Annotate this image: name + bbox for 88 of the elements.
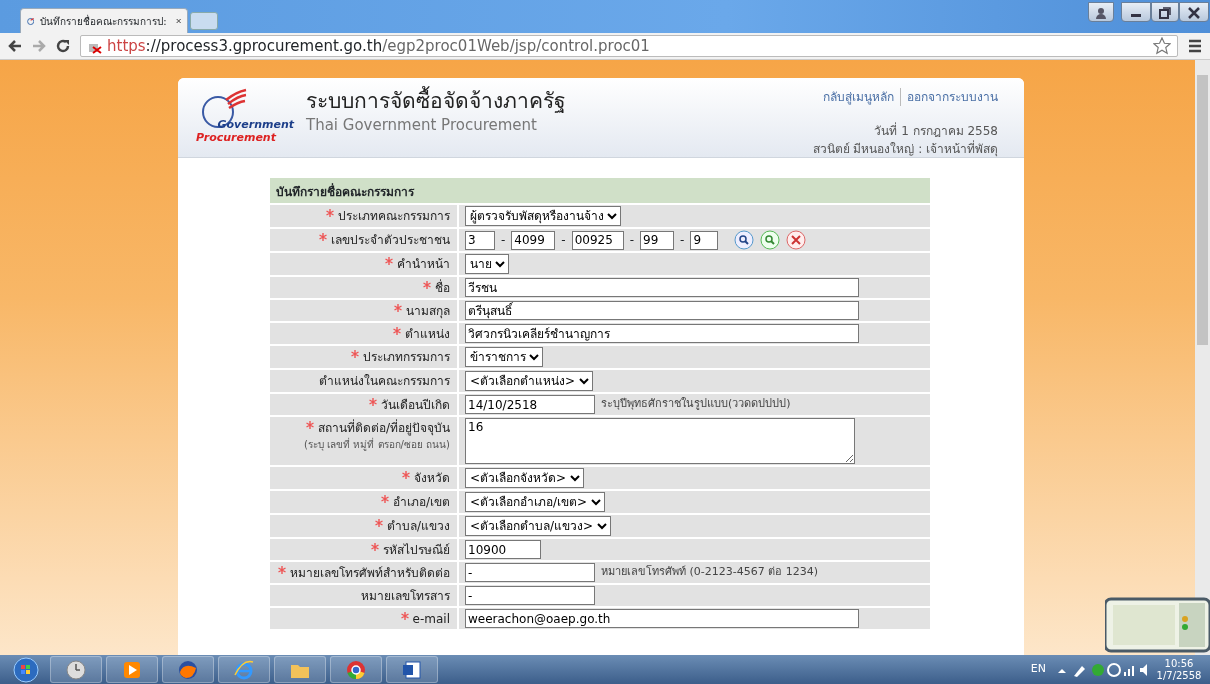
field-label: ตำแหน่งในคณะกรรมการ bbox=[319, 374, 450, 388]
browser-tab[interactable]: บันทึกรายชื่อคณะกรรมการป: bbox=[20, 8, 188, 33]
field-label: ตำแหน่ง bbox=[405, 327, 450, 341]
field-label: หมายเลขโทรศัพท์สำหรับติดต่อ bbox=[290, 566, 450, 580]
text-field[interactable]: 14/10/2518 bbox=[465, 395, 595, 414]
field-label: นามสกุล bbox=[406, 304, 450, 318]
taskbar-icon[interactable] bbox=[106, 656, 158, 683]
url-text: https://process3.gprocurement.go.th/egp2proc01Web/jsp/control.proc01 bbox=[107, 35, 650, 57]
star-icon[interactable] bbox=[1153, 37, 1171, 55]
text-field[interactable]: 99 bbox=[640, 230, 675, 250]
separator-text: - bbox=[680, 232, 685, 249]
document-icon bbox=[402, 659, 422, 680]
start-orb-icon bbox=[13, 656, 39, 683]
user-button[interactable] bbox=[1088, 2, 1114, 22]
clock-time[interactable]: 10:56 bbox=[1154, 657, 1204, 670]
dropdown[interactable]: ผู้ตรวจรับพัสดุหรืองานจ้าง bbox=[465, 206, 621, 226]
clock-date[interactable]: 1/7/2558 bbox=[1154, 669, 1204, 682]
search-icon[interactable] bbox=[760, 230, 781, 250]
back-icon[interactable] bbox=[8, 39, 22, 53]
taskbar-icon[interactable] bbox=[386, 656, 438, 683]
minimize-button[interactable] bbox=[1121, 2, 1151, 22]
field-label: e-mail bbox=[412, 612, 450, 626]
taskbar-icon[interactable] bbox=[50, 656, 102, 683]
clear-icon[interactable] bbox=[786, 230, 807, 250]
date-text: วันที่ 1 กรกฎาคม 2558 bbox=[873, 122, 998, 140]
field-label: วันเดือนปีเกิด bbox=[381, 398, 450, 412]
menu-link[interactable]: กลับสู่เมนูหลัก bbox=[823, 88, 894, 106]
form-title: บันทึกรายชื่อคณะกรรมการ bbox=[270, 178, 930, 203]
dropdown[interactable]: นาย bbox=[465, 254, 509, 274]
language-indicator[interactable]: EN bbox=[1030, 661, 1046, 678]
site-title: ระบบการจัดซื้อจัดจ้างภาครัฐ bbox=[306, 88, 566, 114]
field-label: คำนำหน้า bbox=[397, 257, 450, 271]
menu-link[interactable]: ออกจากระบบงาน bbox=[907, 88, 998, 106]
scrollbar[interactable] bbox=[1195, 60, 1210, 655]
field-label: ประเภทกรรมการ bbox=[363, 350, 450, 364]
text-area[interactable]: 16 bbox=[465, 418, 855, 464]
field-note: (ระบุ เลขที่ หมู่ที่ ตรอก/ซอย ถนน) bbox=[303, 437, 450, 452]
close-icon[interactable] bbox=[175, 17, 181, 25]
reload-icon[interactable] bbox=[56, 39, 70, 53]
page-icon bbox=[27, 15, 35, 27]
text-field[interactable]: 00925 bbox=[571, 230, 624, 250]
menu-icon[interactable] bbox=[1188, 39, 1202, 53]
clock-icon bbox=[66, 659, 86, 680]
site-subtitle: Thai Government Procurement bbox=[306, 115, 538, 136]
restore-button[interactable] bbox=[1151, 2, 1179, 22]
field-label: หมายเลขโทรสาร bbox=[361, 589, 450, 603]
hint-text: ระบุปีพุทธศักราชในรูปแบบ(ววดดปปปป) bbox=[601, 396, 791, 413]
text-field[interactable]: - bbox=[465, 563, 595, 582]
dropdown[interactable]: <ตัวเลือกตำบล/แขวง> bbox=[465, 516, 611, 536]
dropdown[interactable]: <ตัวเลือกตำแหน่ง> bbox=[465, 371, 593, 391]
taskbar-icon[interactable] bbox=[330, 656, 382, 683]
text-field[interactable]: - bbox=[465, 586, 595, 605]
separator-text: - bbox=[629, 232, 635, 249]
close-icon bbox=[1188, 6, 1200, 19]
text-field[interactable]: 10900 bbox=[465, 540, 541, 559]
person-icon bbox=[1095, 6, 1107, 19]
text-field[interactable]: 3 bbox=[465, 230, 495, 250]
address-bar[interactable]: https://process3.gprocurement.go.th/egp2proc01Web/jsp/control.proc01 bbox=[80, 35, 1178, 57]
field-label: เลขประจำตัวประชาชน bbox=[331, 233, 450, 247]
text-field[interactable]: 4099 bbox=[511, 230, 556, 250]
play-icon bbox=[122, 659, 142, 680]
minimize-icon bbox=[1131, 14, 1141, 17]
text-field[interactable]: 9 bbox=[690, 230, 719, 250]
tab-title: บันทึกรายชื่อคณะกรรมการป: bbox=[40, 13, 167, 29]
chrome-icon bbox=[346, 659, 366, 680]
text-field[interactable]: วีรชน bbox=[465, 278, 859, 297]
dropdown[interactable]: ข้าราชการ bbox=[465, 347, 543, 367]
field-label: ชื่อ bbox=[435, 281, 450, 295]
separator-text: - bbox=[501, 232, 506, 249]
close-button[interactable] bbox=[1179, 2, 1209, 22]
field-label: ประเภทคณะกรรมการ bbox=[338, 209, 450, 223]
dropdown[interactable]: <ตัวเลือกอำเภอ/เขต> bbox=[465, 492, 605, 512]
restore-icon bbox=[1159, 6, 1171, 19]
search-icon[interactable] bbox=[734, 230, 755, 250]
hint-text: หมายเลขโทรศัพท์ (0-2123-4567 ต่อ 1234) bbox=[601, 564, 818, 581]
field-label: รหัสไปรษณีย์ bbox=[383, 543, 450, 557]
e-logo-icon bbox=[234, 659, 254, 680]
user-text: สวนิตย์ มีหนองใหญ่ : เจ้าหน้าที่พัสดุ bbox=[812, 140, 998, 158]
dropdown[interactable]: <ตัวเลือกจังหวัด> bbox=[465, 468, 584, 488]
field-label: ตำบล/แขวง bbox=[386, 519, 450, 533]
taskbar-icon[interactable] bbox=[162, 656, 214, 683]
text-field[interactable]: ตรีนุสนธิ์ bbox=[465, 301, 859, 320]
separator-text: - bbox=[561, 232, 566, 249]
field-label: จังหวัด bbox=[414, 471, 450, 485]
text-field[interactable]: วิศวกรนิวเคลียร์ชำนาญการ bbox=[465, 324, 859, 343]
text-field[interactable]: weerachon@oaep.go.th bbox=[465, 609, 859, 628]
field-label: อำเภอ/เขต bbox=[392, 495, 450, 509]
field-label: สถานที่ติดต่อ/ที่อยู่ปัจจุบัน bbox=[317, 421, 450, 435]
